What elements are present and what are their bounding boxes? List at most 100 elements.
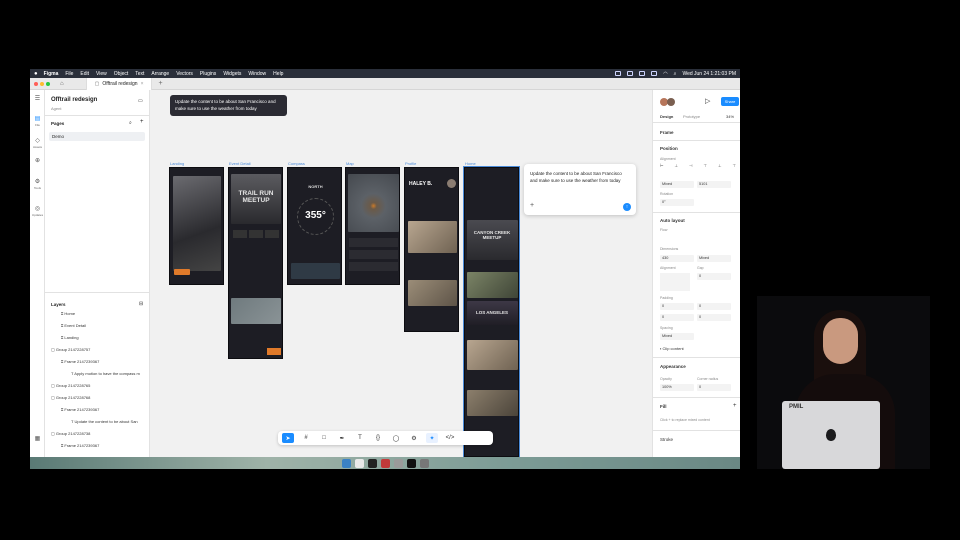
panel-toggle-icon[interactable]: ▭	[138, 98, 143, 104]
position-x-field[interactable]: Mixed	[660, 181, 694, 188]
layer-item[interactable]: ⌗ Home	[45, 309, 149, 319]
frame-home[interactable]: CANYON CREEK MEETUP LOS ANGELES	[463, 166, 520, 457]
comment-tool-icon[interactable]: ◯	[390, 433, 402, 443]
menu-app-name[interactable]: Figma	[44, 71, 59, 77]
new-tab-button[interactable]: +	[158, 80, 162, 87]
height-field[interactable]: Mixed	[697, 255, 731, 262]
play-icon[interactable]: ▷	[705, 97, 710, 105]
frame-type-label[interactable]: Frame	[660, 130, 674, 135]
menu-window[interactable]: Window	[248, 71, 266, 77]
align-icon[interactable]: ⊤	[733, 163, 736, 169]
layer-item[interactable]: ⌗ Frame 2147239367	[45, 357, 149, 367]
avatar[interactable]	[667, 98, 675, 106]
layout-icon[interactable]: ▦	[33, 435, 42, 442]
align-icon[interactable]: ⊢	[660, 163, 663, 169]
figma-menu-icon[interactable]: ☰	[33, 95, 42, 102]
clip-content-checkbox[interactable]: ▪ Clip content	[660, 346, 684, 351]
frame-tool-icon[interactable]: #	[300, 433, 312, 443]
layer-item[interactable]: ▢ Group 2147228738	[45, 429, 149, 439]
frame-label-landing[interactable]: Landing	[170, 161, 184, 166]
ai-tool-icon[interactable]: ✦	[426, 433, 438, 443]
tab-design[interactable]: Design	[660, 114, 673, 119]
map-list-item[interactable]	[349, 250, 398, 259]
app-icon[interactable]	[380, 458, 390, 468]
actions-tool-icon[interactable]: ⚙	[408, 433, 420, 443]
padding-field[interactable]: 0	[660, 303, 694, 310]
status-icon[interactable]	[639, 71, 646, 76]
code-tool-icon[interactable]: {}	[372, 433, 384, 443]
spacing-field[interactable]: Mixed	[660, 333, 694, 340]
file-tab[interactable]: ▢ Offtrail redesign ×	[85, 77, 153, 90]
tab-prototype[interactable]: Prototype	[683, 114, 700, 119]
ai-prompt-text[interactable]: Update the content to be about San Franc…	[530, 171, 622, 183]
plugins-icon[interactable]: ⊕	[33, 157, 42, 164]
status-icon[interactable]	[651, 71, 658, 76]
finder-icon[interactable]	[341, 458, 351, 468]
gap-field[interactable]: 0	[697, 273, 731, 280]
pen-tool-icon[interactable]: ✒	[336, 433, 348, 443]
frame-compass[interactable]: NORTH 355°	[287, 167, 342, 285]
frame-label-map[interactable]: Map	[346, 161, 354, 166]
layer-item[interactable]: ▢ Group 2147228757	[45, 345, 149, 355]
position-y-field[interactable]: 5101	[697, 181, 731, 188]
frame-map[interactable]	[345, 167, 400, 285]
map-list-item[interactable]	[349, 238, 398, 247]
file-title[interactable]: Offtrail redesign	[51, 97, 97, 103]
move-tool-icon[interactable]: ➤	[282, 433, 294, 443]
menu-help[interactable]: Help	[273, 71, 283, 77]
corner-radius-field[interactable]: 0	[697, 384, 731, 391]
menu-plugins[interactable]: Plugins	[200, 71, 216, 77]
app-icon[interactable]	[406, 458, 416, 468]
frame-profile[interactable]: HALEY B.	[404, 167, 459, 332]
menu-arrange[interactable]: Arrange	[151, 71, 169, 77]
frame-landing[interactable]	[169, 167, 224, 285]
menu-datetime[interactable]: Wed Jun 24 1:21:03 PM	[682, 71, 736, 77]
updates-icon[interactable]: ◎	[33, 205, 42, 212]
layer-item[interactable]: ⌗ Frame 2147239367	[45, 441, 149, 451]
ai-prompt-popup[interactable]: Update the content to be about San Franc…	[524, 164, 636, 215]
apple-menu-icon[interactable]: ●	[34, 71, 38, 77]
align-icon[interactable]: ⊥	[718, 163, 721, 169]
layer-item[interactable]: ⌗ Event Detail	[45, 321, 149, 331]
file-icon[interactable]: ▤	[33, 115, 42, 122]
layer-item[interactable]: ▢ Group 2147228765	[45, 381, 149, 391]
event-join-button[interactable]	[267, 348, 281, 355]
zoom-level[interactable]: 34%	[726, 114, 734, 119]
frame-label-profile[interactable]: Profile	[405, 161, 416, 166]
close-tab-icon[interactable]: ×	[141, 81, 144, 87]
layer-item[interactable]: ⌗ Frame 2147239367	[45, 405, 149, 415]
search-icon[interactable]: ⌕	[129, 120, 132, 126]
align-icon[interactable]: ⊤	[704, 163, 707, 169]
width-field[interactable]: 430	[660, 255, 694, 262]
add-fill-icon[interactable]: +	[733, 403, 737, 409]
align-icon[interactable]: ⊥	[675, 163, 678, 169]
padding-field[interactable]: 0	[697, 314, 731, 321]
status-icon[interactable]	[627, 71, 634, 76]
padding-field[interactable]: 0	[697, 303, 731, 310]
frame-event-detail[interactable]: TRAIL RUN MEETUP	[228, 167, 283, 359]
layer-item[interactable]: T Apply motion to have the compass m	[45, 369, 149, 379]
wifi-icon[interactable]: ◠	[663, 71, 667, 77]
padding-field[interactable]: 0	[660, 314, 694, 321]
frame-label-compass[interactable]: Compass	[288, 161, 305, 166]
send-prompt-button[interactable]: ↑	[623, 203, 631, 211]
design-canvas[interactable]: Update the content to be about San Franc…	[150, 90, 652, 457]
assets-icon[interactable]: ◇	[33, 137, 42, 144]
minimize-window-icon[interactable]	[40, 81, 44, 86]
app-icon[interactable]	[367, 458, 377, 468]
menu-view[interactable]: View	[96, 71, 107, 77]
layer-item[interactable]: ▢ Group 2147228768	[45, 393, 149, 403]
share-button[interactable]: Share	[721, 97, 739, 106]
frame-label-event-detail[interactable]: Event Detail	[229, 161, 251, 166]
menu-vectors[interactable]: Vectors	[176, 71, 193, 77]
maximize-window-icon[interactable]	[46, 81, 50, 86]
alignment-grid[interactable]	[660, 273, 690, 291]
menu-file[interactable]: File	[65, 71, 73, 77]
shape-tool-icon[interactable]: □	[318, 433, 330, 443]
avatar[interactable]	[447, 179, 456, 188]
tools-icon[interactable]: ⚙	[33, 178, 42, 185]
home-icon[interactable]: ⌂	[60, 81, 64, 87]
layer-item[interactable]: T Update the content to be about San	[45, 417, 149, 427]
menu-widgets[interactable]: Widgets	[223, 71, 241, 77]
menu-edit[interactable]: Edit	[80, 71, 89, 77]
